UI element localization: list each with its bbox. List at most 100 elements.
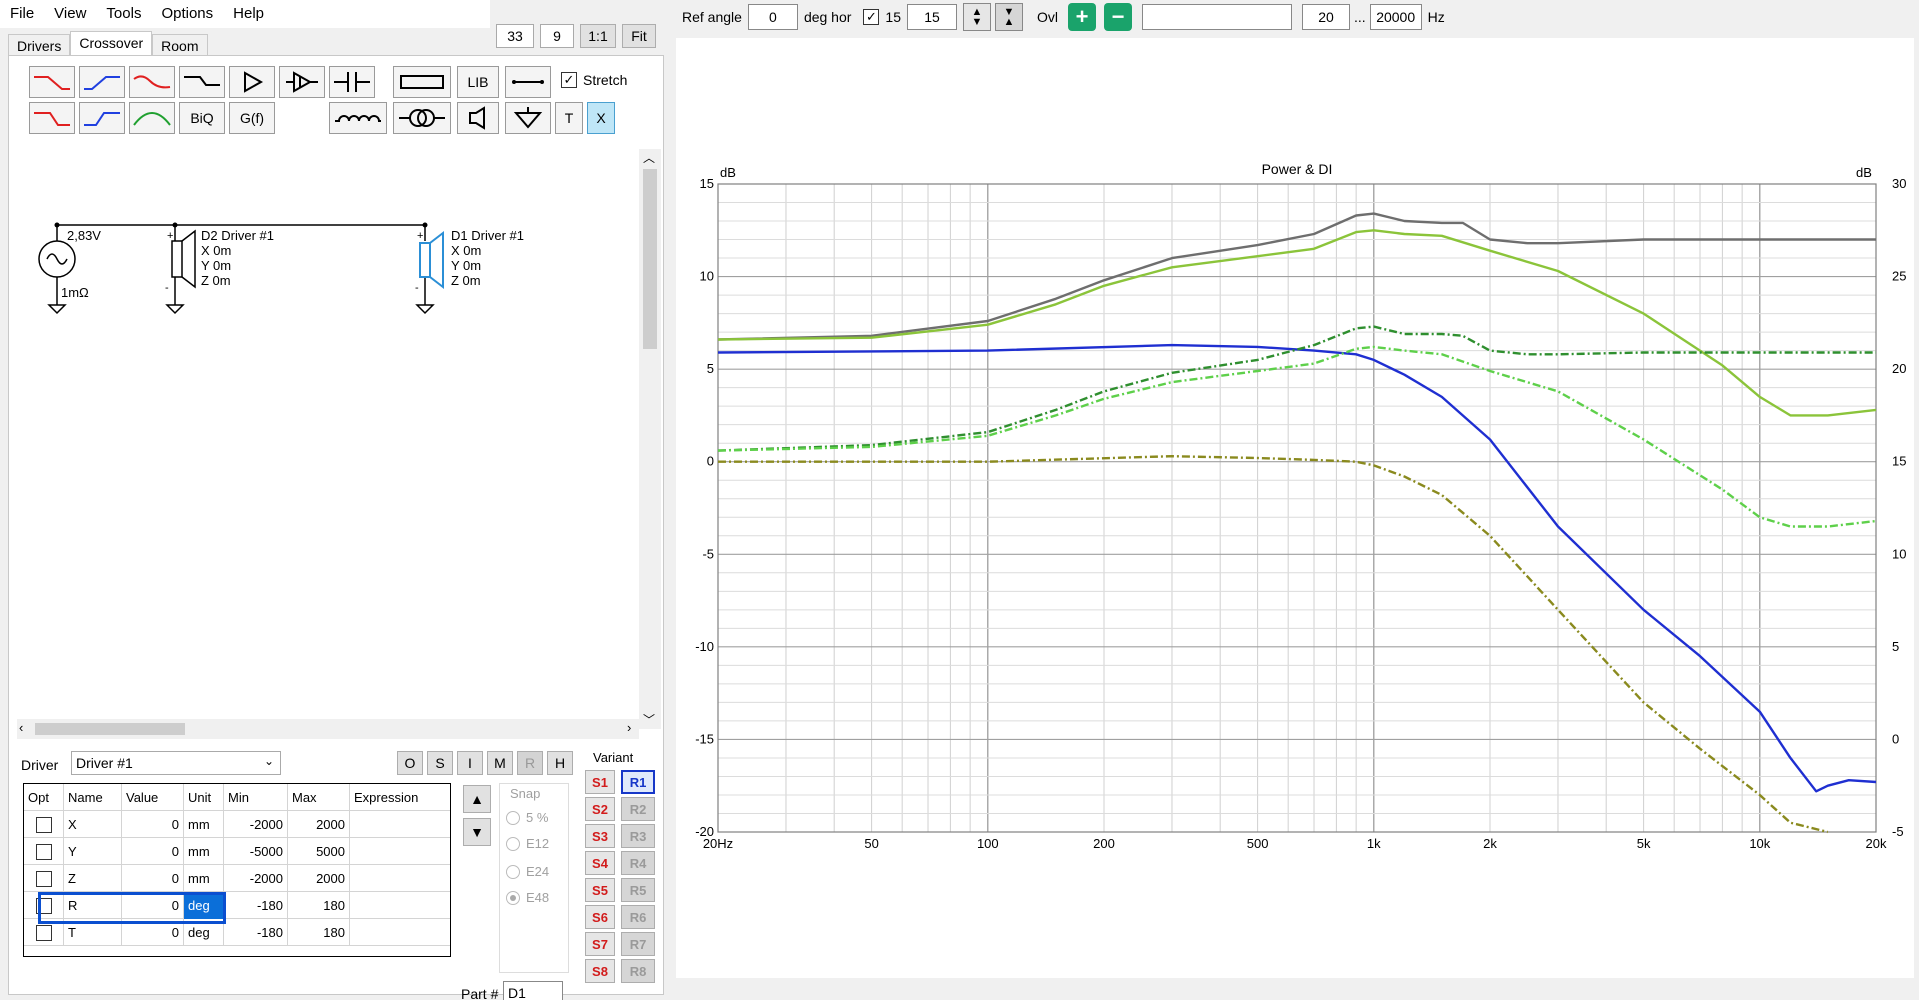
opt-checkbox[interactable] xyxy=(35,816,52,833)
max-cell[interactable]: 180 xyxy=(288,919,350,946)
flag-o-button[interactable]: O xyxy=(397,751,423,775)
menu-tools[interactable]: Tools xyxy=(96,0,151,28)
one-to-one-button[interactable]: 1:1 xyxy=(580,24,616,48)
lowpass-red-2-button[interactable] xyxy=(29,102,75,134)
flag-i-button[interactable]: I xyxy=(457,751,483,775)
flag-s-button[interactable]: S xyxy=(427,751,453,775)
variant-r5-button[interactable]: R5 xyxy=(621,878,655,902)
scroll-right-icon[interactable]: › xyxy=(627,720,631,735)
shelf-button[interactable] xyxy=(179,66,225,98)
stretch-option[interactable]: ✓ Stretch xyxy=(561,72,627,88)
resistor-button[interactable] xyxy=(393,66,451,98)
variant-s4-button[interactable]: S4 xyxy=(585,851,615,875)
min-cell[interactable]: -180 xyxy=(224,919,288,946)
zoom-a-field[interactable]: 33 xyxy=(496,24,534,48)
max-cell[interactable]: 180 xyxy=(288,892,350,919)
unit-cell[interactable]: deg xyxy=(184,919,224,946)
scroll-thumb[interactable] xyxy=(643,169,657,349)
scroll-down-icon[interactable]: ﹀ xyxy=(643,711,655,728)
snap-option-e24[interactable]: E24 xyxy=(506,864,549,879)
capacitor-button[interactable] xyxy=(329,66,375,98)
value-cell[interactable]: 0 xyxy=(122,811,184,838)
variant-s3-button[interactable]: S3 xyxy=(585,824,615,848)
menu-file[interactable]: File xyxy=(0,0,44,28)
value-cell[interactable]: 0 xyxy=(122,892,184,919)
variant-r3-button[interactable]: R3 xyxy=(621,824,655,848)
table-row[interactable]: Y 0 mm -5000 5000 xyxy=(24,838,450,865)
opt-checkbox[interactable] xyxy=(35,870,52,887)
menu-view[interactable]: View xyxy=(44,0,96,28)
table-row[interactable]: T 0 deg -180 180 xyxy=(24,919,450,946)
allpass-red-button[interactable] xyxy=(129,66,175,98)
menu-options[interactable]: Options xyxy=(151,0,223,28)
opt-cell[interactable] xyxy=(24,919,64,946)
variant-s8-button[interactable]: S8 xyxy=(585,959,615,983)
expression-cell[interactable] xyxy=(350,865,450,892)
variant-r6-button[interactable]: R6 xyxy=(621,905,655,929)
lowpass-red-button[interactable] xyxy=(29,66,75,98)
speaker-button[interactable] xyxy=(457,102,499,134)
snap-option-e48[interactable]: E48 xyxy=(506,890,549,905)
driver-select[interactable]: Driver #1 ⌄ xyxy=(71,751,281,775)
variant-s5-button[interactable]: S5 xyxy=(585,878,615,902)
opt-checkbox[interactable] xyxy=(35,843,52,860)
part-number-field[interactable]: D1 xyxy=(503,981,563,1000)
variant-r2-button[interactable]: R2 xyxy=(621,797,655,821)
opt-cell[interactable] xyxy=(24,865,64,892)
freq-min-field[interactable]: 20 xyxy=(1302,4,1350,30)
move-up-button[interactable]: ▲ xyxy=(463,785,491,813)
spl-max-checkbox[interactable]: ✓ xyxy=(863,9,880,25)
scroll-up-icon[interactable]: ︿ xyxy=(643,149,655,166)
expand-range-button[interactable]: ▼ ▲ xyxy=(995,3,1023,31)
value-cell[interactable]: 0 xyxy=(122,838,184,865)
unit-cell[interactable]: mm xyxy=(184,811,224,838)
move-down-button[interactable]: ▼ xyxy=(463,818,491,846)
variant-s6-button[interactable]: S6 xyxy=(585,905,615,929)
text-button[interactable]: T xyxy=(555,102,583,134)
highpass-blue-2-button[interactable] xyxy=(79,102,125,134)
ground-button[interactable] xyxy=(505,102,551,134)
highpass-blue-button[interactable] xyxy=(79,66,125,98)
opt-checkbox[interactable] xyxy=(35,897,52,914)
min-cell[interactable]: -2000 xyxy=(224,811,288,838)
bandpass-green-button[interactable] xyxy=(129,102,175,134)
expression-cell[interactable] xyxy=(350,919,450,946)
add-overlay-button[interactable]: + xyxy=(1068,3,1096,31)
variant-r7-button[interactable]: R7 xyxy=(621,932,655,956)
value-cell[interactable]: 0 xyxy=(122,919,184,946)
hscroll-thumb[interactable] xyxy=(35,723,185,735)
library-button[interactable]: LIB xyxy=(457,66,499,98)
min-cell[interactable]: -2000 xyxy=(224,865,288,892)
opt-checkbox[interactable] xyxy=(35,924,52,941)
variant-s2-button[interactable]: S2 xyxy=(585,797,615,821)
power-di-chart[interactable]: 20Hz 50 100 200 500 1k 2k 5k 10k 20k151050-5-10-1… xyxy=(676,38,1914,978)
variant-r8-button[interactable]: R8 xyxy=(621,959,655,983)
cross-button[interactable]: X xyxy=(587,102,615,134)
unit-cell[interactable]: deg xyxy=(184,892,224,919)
fit-button[interactable]: Fit xyxy=(622,24,656,48)
schematic-canvas[interactable]: + - + - 2,83V 1mΩ D2 Driver #1 X 0m Y 0m… xyxy=(17,149,661,729)
spl-max-field[interactable]: 15 xyxy=(907,4,957,30)
radio-icon[interactable] xyxy=(506,836,520,851)
remove-overlay-button[interactable]: − xyxy=(1104,3,1132,31)
amplifier-button[interactable] xyxy=(229,66,275,98)
table-row[interactable]: Z 0 mm -2000 2000 xyxy=(24,865,450,892)
opt-cell[interactable] xyxy=(24,892,64,919)
unit-cell[interactable]: mm xyxy=(184,865,224,892)
variant-s7-button[interactable]: S7 xyxy=(585,932,615,956)
spin-updown-button[interactable]: ▲ ▼ xyxy=(963,3,991,31)
freq-max-field[interactable]: 20000 xyxy=(1369,4,1422,30)
opt-cell[interactable] xyxy=(24,838,64,865)
flag-m-button[interactable]: M xyxy=(487,751,513,775)
tab-crossover[interactable]: Crossover xyxy=(70,31,153,58)
overlay-name-field[interactable] xyxy=(1142,4,1292,30)
expression-cell[interactable] xyxy=(350,811,450,838)
buffer-button[interactable] xyxy=(279,66,325,98)
flag-h-button[interactable]: H xyxy=(547,751,573,775)
menu-help[interactable]: Help xyxy=(223,0,274,28)
variant-r4-button[interactable]: R4 xyxy=(621,851,655,875)
unit-cell[interactable]: mm xyxy=(184,838,224,865)
zoom-b-field[interactable]: 9 xyxy=(540,24,574,48)
variant-r1-button[interactable]: R1 xyxy=(621,770,655,794)
expression-cell[interactable] xyxy=(350,838,450,865)
